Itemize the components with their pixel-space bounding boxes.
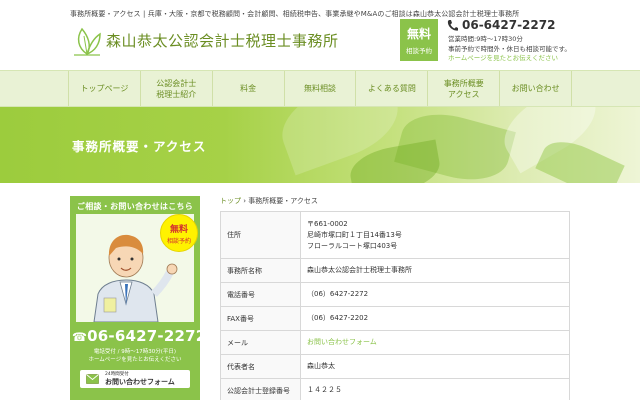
form-button-label: お問い合わせフォーム xyxy=(105,378,175,386)
representative-label: 代表者名 xyxy=(220,354,301,379)
table-row: FAX番号 （06）6427-2202 xyxy=(220,306,570,331)
sidebar-contact-form-button[interactable]: 24時間受付 お問い合わせフォーム xyxy=(80,370,190,388)
table-row: 代表者名 森山恭太 xyxy=(220,354,570,379)
hours-line1: 営業時間:9時〜17時30分 xyxy=(448,35,523,43)
address-value: 〒661-0002 尼崎市塚口町１丁目14番13号 フローラルコート塚口403号 xyxy=(300,211,570,259)
free-badge-big: 無料 xyxy=(406,27,431,41)
nav-item-free-consultation[interactable]: 無料相談 xyxy=(285,71,357,106)
nav-item-contact[interactable]: お問い合わせ xyxy=(500,71,573,106)
phone-icon: ☎ xyxy=(72,330,88,344)
fax-value: （06）6427-2202 xyxy=(300,306,570,331)
sidebar-heading: ご相談・お問い合わせはこちら xyxy=(76,202,194,211)
address-line2: 尼崎市塚口町１丁目14番13号 xyxy=(307,230,402,239)
page-title: 事務所概要・アクセス xyxy=(72,139,207,154)
nav-item-top[interactable]: トップページ xyxy=(68,71,141,106)
address-label: 住所 xyxy=(220,211,301,259)
registration-value: １４２２５ xyxy=(300,378,570,400)
header-hours: 営業時間:9時〜17時30分 事前予約で時間外・休日も相談可能です。 ホームペー… xyxy=(448,35,571,64)
leaf-logo-icon[interactable] xyxy=(70,24,104,58)
table-row: メール お問い合わせフォーム xyxy=(220,330,570,355)
header-tagline: 事務所概要・アクセス | 兵庫・大阪・京都で税務顧問・会計顧問、相続税申告、事業… xyxy=(70,10,520,18)
sidebar-hours: 電話受付 / 9時〜17時30分(平日) ホームページを見たとお伝えください xyxy=(70,348,200,364)
representative-value: 森山恭太 xyxy=(300,354,570,379)
main-nav: トップページ 公認会計士 税理士紹介 料金 無料相談 よくある質問 事務所概要 アクセスお… xyxy=(0,70,640,107)
sidebar-phone-number: 06-6427-2272 xyxy=(87,327,207,345)
page-hero: 事務所概要・アクセス xyxy=(0,107,640,183)
nav-item-faq[interactable]: よくある質問 xyxy=(356,71,429,106)
site-title[interactable]: 森山恭太公認会計士税理士事務所 xyxy=(106,30,339,51)
address-line3: フローラルコート塚口403号 xyxy=(307,241,398,250)
sidebar-hours-line1: 電話受付 / 9時〜17時30分(平日) xyxy=(93,349,177,355)
tel-label: 電話番号 xyxy=(220,282,301,307)
sidebar-phone[interactable]: ☎06-6427-2272 xyxy=(72,327,206,345)
fax-label: FAX番号 xyxy=(220,306,301,331)
registration-label: 公認会計士登録番号 xyxy=(220,378,301,400)
hours-line3: ホームページを見たとお伝えください xyxy=(448,54,558,62)
free-badge-small: 相談予約 xyxy=(406,47,432,55)
table-row: 住所 〒661-0002 尼崎市塚口町１丁目14番13号 フローラルコート塚口4… xyxy=(220,211,570,259)
hours-line2: 事前予約で時間外・休日も相談可能です。 xyxy=(448,44,571,53)
sidebar-hours-line2: ホームページを見たとお伝えください xyxy=(88,357,182,363)
breadcrumb-current: 事務所概要・アクセス xyxy=(248,197,318,205)
contact-form-link[interactable]: お問い合わせフォーム xyxy=(300,330,570,355)
address-line1: 〒661-0002 xyxy=(307,219,348,228)
nav-item-fees[interactable]: 料金 xyxy=(213,71,285,106)
table-row: 公認会計士登録番号 １４２２５ xyxy=(220,378,570,400)
header-phone[interactable]: 06-6427-2272 xyxy=(462,18,555,32)
nav-item-office-access[interactable]: 事務所概要 アクセス xyxy=(428,71,501,106)
breadcrumb-home-link[interactable]: トップ xyxy=(220,197,241,205)
phone-icon xyxy=(447,20,458,31)
mail-icon xyxy=(86,374,99,384)
site-header: 事務所概要・アクセス | 兵庫・大阪・京都で税務顧問・会計顧問、相続税申告、事業… xyxy=(0,0,640,70)
nav-item-cpa-profile[interactable]: 公認会計士 税理士紹介 xyxy=(141,71,213,106)
sidebar-badge-big: 無料 xyxy=(169,225,188,235)
free-consultation-badge[interactable]: 無料 相談予約 xyxy=(400,19,438,61)
office-info-table: 住所 〒661-0002 尼崎市塚口町１丁目14番13号 フローラルコート塚口4… xyxy=(220,211,570,400)
breadcrumb-separator: › xyxy=(243,197,247,205)
sidebar-free-badge: 無料 相談予約 xyxy=(160,214,198,252)
sidebar-badge-small: 相談予約 xyxy=(166,238,191,245)
table-row: 事務所名称 森山恭太公認会計士税理士事務所 xyxy=(220,258,570,283)
tel-value[interactable]: （06）6427-2272 xyxy=(300,282,570,307)
mail-label: メール xyxy=(220,330,301,355)
office-name-label: 事務所名称 xyxy=(220,258,301,283)
table-row: 電話番号 （06）6427-2272 xyxy=(220,282,570,307)
office-name-value: 森山恭太公認会計士税理士事務所 xyxy=(300,258,570,283)
breadcrumb: トップ › 事務所概要・アクセス xyxy=(220,196,318,206)
sidebar-contact-banner[interactable]: ご相談・お問い合わせはこちら 無料 相談予約 ☎06-6427-2272 電話受… xyxy=(70,196,206,400)
main-nav-list: トップページ 公認会計士 税理士紹介 料金 無料相談 よくある質問 事務所概要 アクセスお… xyxy=(68,71,573,106)
